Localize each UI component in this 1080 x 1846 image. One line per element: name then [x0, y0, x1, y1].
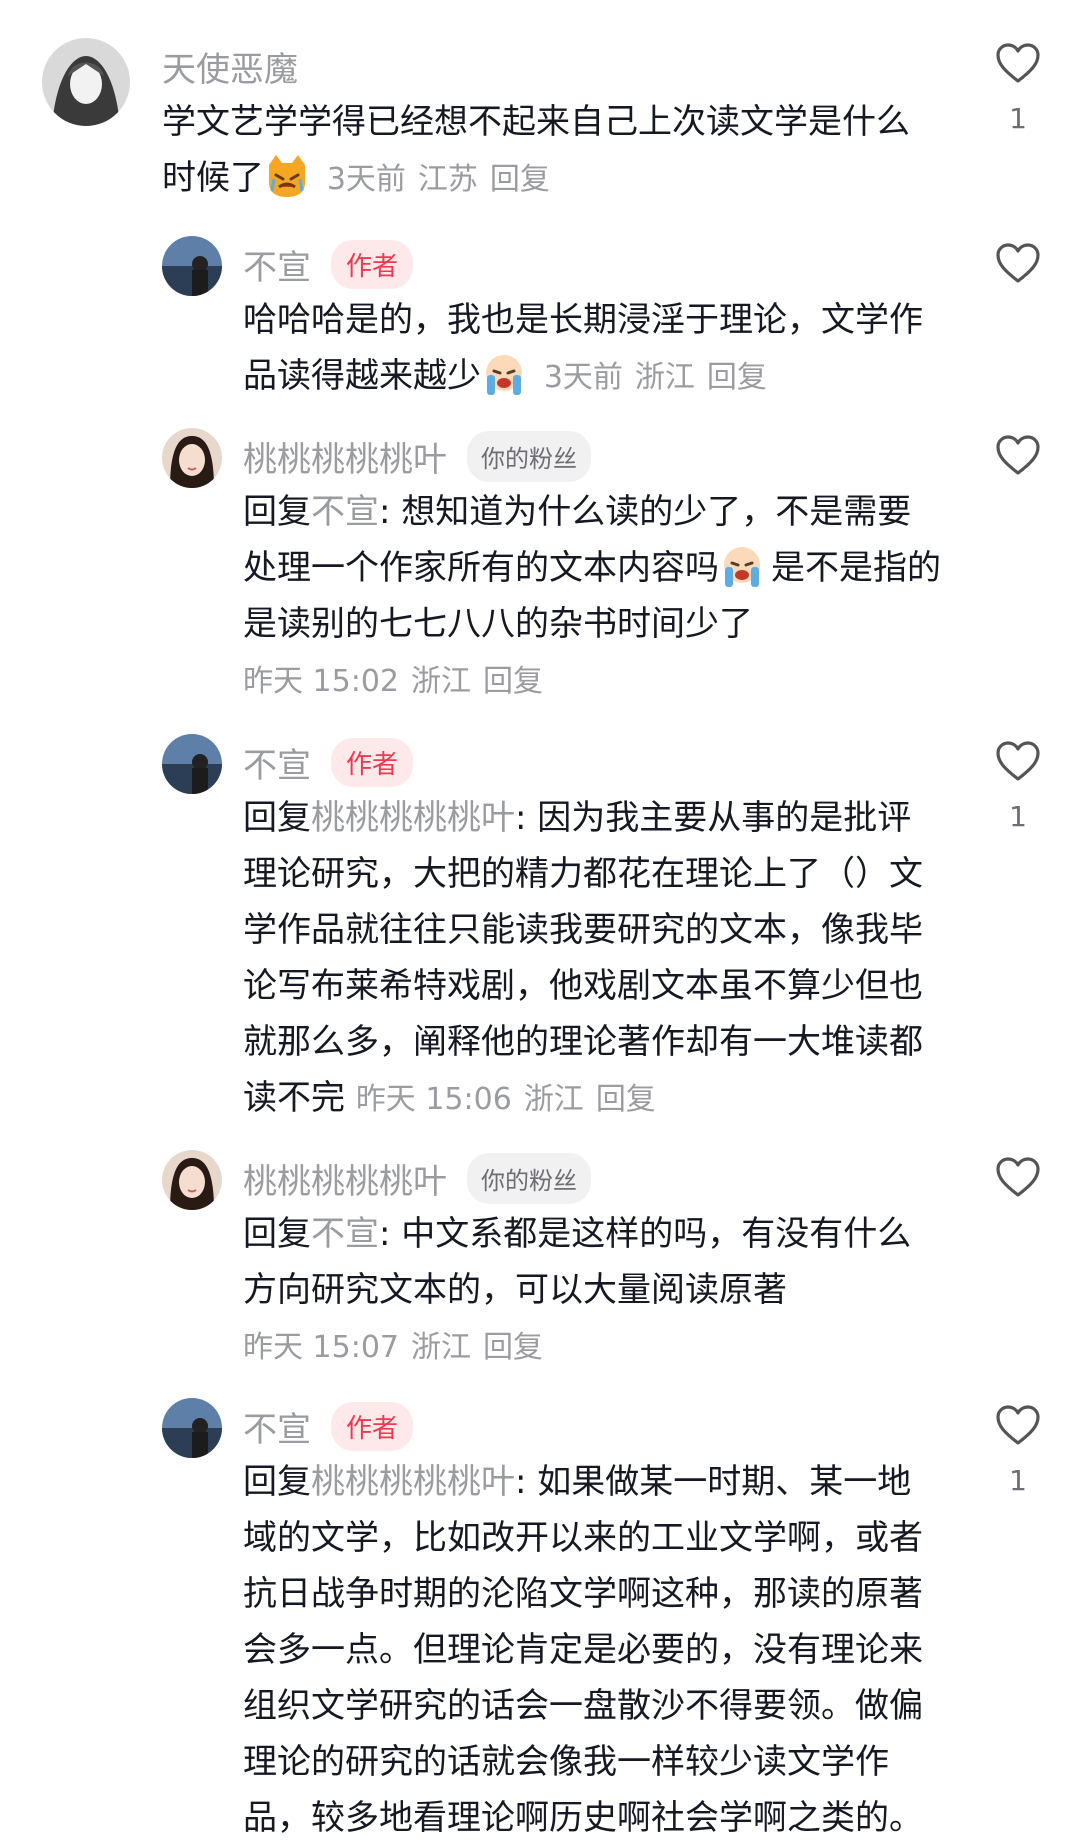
username[interactable]: 不宣: [243, 738, 311, 787]
comment-meta: 昨天 15:07 浙江 回复: [243, 1322, 943, 1366]
like-count: 1: [1009, 1464, 1027, 1497]
author-badge: 作者: [331, 239, 414, 289]
like-button[interactable]: [988, 1156, 1048, 1198]
comment-location: 浙江: [411, 664, 471, 699]
cat-crying-emoji: [269, 155, 305, 197]
username[interactable]: 桃桃桃桃桃叶: [243, 432, 447, 481]
mention-link[interactable]: 桃桃桃桃桃叶: [311, 1462, 515, 1502]
username[interactable]: 不宣: [243, 240, 311, 289]
reply-button[interactable]: 回复: [483, 664, 543, 699]
heart-outline-icon: [996, 243, 1040, 283]
reply-button[interactable]: 回复: [483, 1330, 543, 1365]
heart-outline-icon: [996, 43, 1040, 83]
avatar[interactable]: [162, 734, 222, 794]
heart-outline-icon: [996, 741, 1040, 781]
avatar[interactable]: [162, 1398, 222, 1458]
fan-badge: 你的粉丝: [467, 430, 591, 482]
like-button[interactable]: 1: [988, 1404, 1048, 1497]
comment-text-content: : 因为我主要从事的是批评理论研究，大把的精力都花在理论上了（）文学作品就往往只…: [243, 798, 923, 1118]
like-count: 1: [1009, 102, 1027, 135]
comment-location: 浙江: [523, 1082, 584, 1117]
author-badge: 作者: [331, 1401, 414, 1451]
username[interactable]: 不宣: [243, 1402, 311, 1451]
comment-text: 回复桃桃桃桃桃叶: 因为我主要从事的是批评理论研究，大把的精力都花在理论上了（）…: [243, 790, 943, 1128]
avatar[interactable]: [162, 428, 222, 488]
author-badge: 作者: [331, 737, 414, 787]
comment-location: 浙江: [411, 1330, 471, 1365]
baby-crying-emoji: [486, 355, 522, 395]
comment-time: 昨天 15:02: [243, 664, 399, 699]
reply-prefix: 回复: [243, 1462, 311, 1502]
avatar[interactable]: [162, 236, 222, 296]
comment-text: 回复桃桃桃桃桃叶: 如果做某一时期、某一地域的文学，比如改开以来的工业文学啊，或…: [243, 1454, 943, 1846]
reply-prefix: 回复: [243, 798, 311, 838]
comment-text: 学文艺学学得已经想不起来自己上次读文学是什么时候了 3天前 江苏 回复: [162, 94, 942, 208]
reply-button[interactable]: 回复: [707, 360, 767, 395]
comment-time: 3天前: [543, 360, 623, 395]
comment-text: 回复不宣: 想知道为什么读的少了，不是需要处理一个作家所有的文本内容吗 是不是指的…: [243, 484, 943, 652]
avatar[interactable]: [42, 38, 130, 126]
like-button[interactable]: 1: [988, 42, 1048, 135]
comment-text: 回复不宣: 中文系都是这样的吗，有没有什么方向研究文本的，可以大量阅读原著: [243, 1206, 943, 1318]
username[interactable]: 桃桃桃桃桃叶: [243, 1154, 447, 1203]
mention-link[interactable]: 桃桃桃桃桃叶: [311, 798, 515, 838]
reply-prefix: 回复: [243, 1214, 311, 1254]
reply-button[interactable]: 回复: [490, 162, 550, 197]
comment-time: 昨天 15:06: [355, 1082, 512, 1117]
comment-text: 哈哈哈是的，我也是长期浸淫于理论，文学作品读得越来越少 3天前 浙江 回复: [243, 292, 943, 406]
avatar[interactable]: [162, 1150, 222, 1210]
like-count: 1: [1009, 800, 1027, 833]
baby-crying-emoji: [724, 547, 760, 587]
like-button[interactable]: 1: [988, 740, 1048, 833]
heart-outline-icon: [996, 435, 1040, 475]
comment-meta: 3天前 浙江 回复: [544, 360, 779, 395]
reply-prefix: 回复: [243, 492, 311, 532]
like-button[interactable]: [988, 242, 1048, 284]
like-button[interactable]: [988, 434, 1048, 476]
comment-time: 昨天 15:07: [243, 1330, 399, 1365]
comment-meta: 3天前 江苏 回复: [327, 162, 562, 197]
fan-badge: 你的粉丝: [467, 1152, 591, 1204]
comment-meta: 昨天 15:06 浙江 回复: [356, 1082, 668, 1117]
comment-location: 浙江: [634, 360, 695, 395]
username[interactable]: 天使恶魔: [162, 42, 298, 91]
comment-time: 3天前: [326, 162, 406, 197]
comment-text-content: : 如果做某一时期、某一地域的文学，比如改开以来的工业文学啊，或者抗日战争时期的…: [243, 1462, 923, 1838]
comment-location: 江苏: [417, 162, 478, 197]
mention-link[interactable]: 不宣: [311, 1214, 379, 1254]
comment-meta: 昨天 15:02 浙江 回复: [243, 656, 943, 700]
heart-outline-icon: [996, 1157, 1040, 1197]
mention-link[interactable]: 不宣: [311, 492, 379, 532]
heart-outline-icon: [996, 1405, 1040, 1445]
reply-button[interactable]: 回复: [596, 1082, 656, 1117]
